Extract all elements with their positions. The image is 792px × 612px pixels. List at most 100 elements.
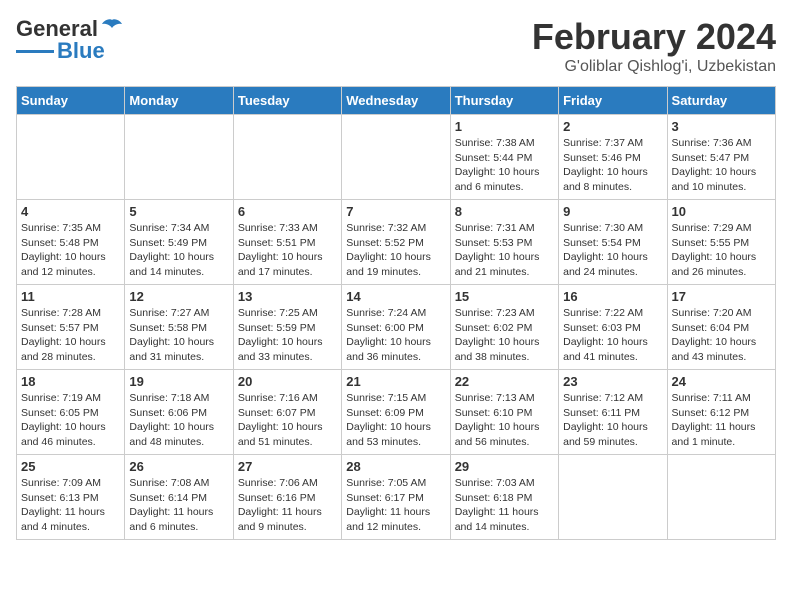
cell-info: Sunrise: 7:33 AMSunset: 5:51 PMDaylight:… (238, 221, 337, 280)
cell-day-number: 15 (455, 289, 554, 304)
calendar-cell (559, 455, 667, 540)
calendar-cell: 12 Sunrise: 7:27 AMSunset: 5:58 PMDayligh… (125, 285, 233, 370)
calendar-cell: 17 Sunrise: 7:20 AMSunset: 6:04 PMDayligh… (667, 285, 775, 370)
calendar-week-row: 11 Sunrise: 7:28 AMSunset: 5:57 PMDayligh… (17, 285, 776, 370)
cell-day-number: 9 (563, 204, 662, 219)
cell-day-number: 27 (238, 459, 337, 474)
calendar-cell: 29 Sunrise: 7:03 AMSunset: 6:18 PMDayligh… (450, 455, 558, 540)
calendar-cell (125, 115, 233, 200)
cell-day-number: 14 (346, 289, 445, 304)
calendar-cell: 4 Sunrise: 7:35 AMSunset: 5:48 PMDaylight… (17, 200, 125, 285)
calendar-cell: 7 Sunrise: 7:32 AMSunset: 5:52 PMDaylight… (342, 200, 450, 285)
cell-day-number: 11 (21, 289, 120, 304)
cell-info: Sunrise: 7:05 AMSunset: 6:17 PMDaylight:… (346, 476, 445, 535)
cell-info: Sunrise: 7:16 AMSunset: 6:07 PMDaylight:… (238, 391, 337, 450)
calendar-cell: 26 Sunrise: 7:08 AMSunset: 6:14 PMDayligh… (125, 455, 233, 540)
cell-info: Sunrise: 7:36 AMSunset: 5:47 PMDaylight:… (672, 136, 771, 195)
cell-info: Sunrise: 7:38 AMSunset: 5:44 PMDaylight:… (455, 136, 554, 195)
calendar-week-row: 18 Sunrise: 7:19 AMSunset: 6:05 PMDayligh… (17, 370, 776, 455)
cell-info: Sunrise: 7:34 AMSunset: 5:49 PMDaylight:… (129, 221, 228, 280)
cell-day-number: 21 (346, 374, 445, 389)
cell-day-number: 29 (455, 459, 554, 474)
calendar-cell: 11 Sunrise: 7:28 AMSunset: 5:57 PMDayligh… (17, 285, 125, 370)
cell-day-number: 22 (455, 374, 554, 389)
calendar-week-row: 25 Sunrise: 7:09 AMSunset: 6:13 PMDayligh… (17, 455, 776, 540)
cell-info: Sunrise: 7:08 AMSunset: 6:14 PMDaylight:… (129, 476, 228, 535)
weekday-header: Tuesday (233, 87, 341, 115)
cell-day-number: 26 (129, 459, 228, 474)
title-block: February 2024 G'oliblar Qishlog'i, Uzbek… (532, 16, 776, 76)
calendar-header-row: SundayMondayTuesdayWednesdayThursdayFrid… (17, 87, 776, 115)
cell-info: Sunrise: 7:30 AMSunset: 5:54 PMDaylight:… (563, 221, 662, 280)
cell-info: Sunrise: 7:09 AMSunset: 6:13 PMDaylight:… (21, 476, 120, 535)
calendar-cell: 19Sunrise: 7:18 AMSunset: 6:06 PMDayligh… (125, 370, 233, 455)
calendar-subtitle: G'oliblar Qishlog'i, Uzbekistan (532, 58, 776, 76)
calendar-week-row: 4 Sunrise: 7:35 AMSunset: 5:48 PMDaylight… (17, 200, 776, 285)
cell-day-number: 28 (346, 459, 445, 474)
calendar-cell: 14 Sunrise: 7:24 AMSunset: 6:00 PMDayligh… (342, 285, 450, 370)
cell-day-number: 17 (672, 289, 771, 304)
calendar-cell: 9 Sunrise: 7:30 AMSunset: 5:54 PMDaylight… (559, 200, 667, 285)
cell-info: Sunrise: 7:35 AMSunset: 5:48 PMDaylight:… (21, 221, 120, 280)
cell-day-number: 20 (238, 374, 337, 389)
cell-day-number: 5 (129, 204, 228, 219)
cell-day-number: 1 (455, 119, 554, 134)
cell-info: Sunrise: 7:06 AMSunset: 6:16 PMDaylight:… (238, 476, 337, 535)
calendar-cell: 28 Sunrise: 7:05 AMSunset: 6:17 PMDayligh… (342, 455, 450, 540)
calendar-cell: 20 Sunrise: 7:16 AMSunset: 6:07 PMDayligh… (233, 370, 341, 455)
calendar-cell: 13 Sunrise: 7:25 AMSunset: 5:59 PMDayligh… (233, 285, 341, 370)
cell-info: Sunrise: 7:03 AMSunset: 6:18 PMDaylight:… (455, 476, 554, 535)
cell-day-number: 3 (672, 119, 771, 134)
cell-info: Sunrise: 7:37 AMSunset: 5:46 PMDaylight:… (563, 136, 662, 195)
cell-day-number: 19 (129, 374, 228, 389)
weekday-header: Thursday (450, 87, 558, 115)
cell-info: Sunrise: 7:31 AMSunset: 5:53 PMDaylight:… (455, 221, 554, 280)
cell-day-number: 13 (238, 289, 337, 304)
cell-day-number: 24 (672, 374, 771, 389)
calendar-cell: 15Sunrise: 7:23 AMSunset: 6:02 PMDayligh… (450, 285, 558, 370)
cell-info: Sunrise: 7:25 AMSunset: 5:59 PMDaylight:… (238, 306, 337, 365)
weekday-header: Monday (125, 87, 233, 115)
cell-info: Sunrise: 7:24 AMSunset: 6:00 PMDaylight:… (346, 306, 445, 365)
cell-info: Sunrise: 7:27 AMSunset: 5:58 PMDaylight:… (129, 306, 228, 365)
cell-day-number: 8 (455, 204, 554, 219)
cell-day-number: 18 (21, 374, 120, 389)
cell-info: Sunrise: 7:19 AMSunset: 6:05 PMDaylight:… (21, 391, 120, 450)
cell-day-number: 6 (238, 204, 337, 219)
cell-day-number: 4 (21, 204, 120, 219)
cell-day-number: 25 (21, 459, 120, 474)
calendar-cell: 27 Sunrise: 7:06 AMSunset: 6:16 PMDayligh… (233, 455, 341, 540)
cell-info: Sunrise: 7:28 AMSunset: 5:57 PMDaylight:… (21, 306, 120, 365)
calendar-cell: 22Sunrise: 7:13 AMSunset: 6:10 PMDayligh… (450, 370, 558, 455)
cell-info: Sunrise: 7:29 AMSunset: 5:55 PMDaylight:… (672, 221, 771, 280)
weekday-header: Sunday (17, 87, 125, 115)
calendar-title: February 2024 (532, 16, 776, 58)
cell-info: Sunrise: 7:32 AMSunset: 5:52 PMDaylight:… (346, 221, 445, 280)
calendar-cell: 8 Sunrise: 7:31 AMSunset: 5:53 PMDaylight… (450, 200, 558, 285)
cell-info: Sunrise: 7:20 AMSunset: 6:04 PMDaylight:… (672, 306, 771, 365)
calendar-cell: 23 Sunrise: 7:12 AMSunset: 6:11 PMDayligh… (559, 370, 667, 455)
cell-day-number: 12 (129, 289, 228, 304)
calendar-cell (17, 115, 125, 200)
weekday-header: Wednesday (342, 87, 450, 115)
calendar-week-row: 1 Sunrise: 7:38 AMSunset: 5:44 PMDaylight… (17, 115, 776, 200)
calendar-cell: 25 Sunrise: 7:09 AMSunset: 6:13 PMDayligh… (17, 455, 125, 540)
page-header: General Blue February 2024 G'oliblar Qis… (16, 16, 776, 76)
cell-day-number: 23 (563, 374, 662, 389)
cell-day-number: 10 (672, 204, 771, 219)
cell-info: Sunrise: 7:11 AMSunset: 6:12 PMDaylight:… (672, 391, 771, 450)
cell-info: Sunrise: 7:15 AMSunset: 6:09 PMDaylight:… (346, 391, 445, 450)
logo-bar (16, 50, 54, 53)
calendar-cell: 16Sunrise: 7:22 AMSunset: 6:03 PMDayligh… (559, 285, 667, 370)
calendar-cell: 24 Sunrise: 7:11 AMSunset: 6:12 PMDayligh… (667, 370, 775, 455)
logo-bird-icon (100, 18, 124, 40)
calendar-cell: 6 Sunrise: 7:33 AMSunset: 5:51 PMDaylight… (233, 200, 341, 285)
calendar-table: SundayMondayTuesdayWednesdayThursdayFrid… (16, 86, 776, 540)
weekday-header: Friday (559, 87, 667, 115)
cell-info: Sunrise: 7:12 AMSunset: 6:11 PMDaylight:… (563, 391, 662, 450)
cell-info: Sunrise: 7:22 AMSunset: 6:03 PMDaylight:… (563, 306, 662, 365)
cell-day-number: 7 (346, 204, 445, 219)
calendar-cell (233, 115, 341, 200)
calendar-cell: 21 Sunrise: 7:15 AMSunset: 6:09 PMDayligh… (342, 370, 450, 455)
weekday-header: Saturday (667, 87, 775, 115)
